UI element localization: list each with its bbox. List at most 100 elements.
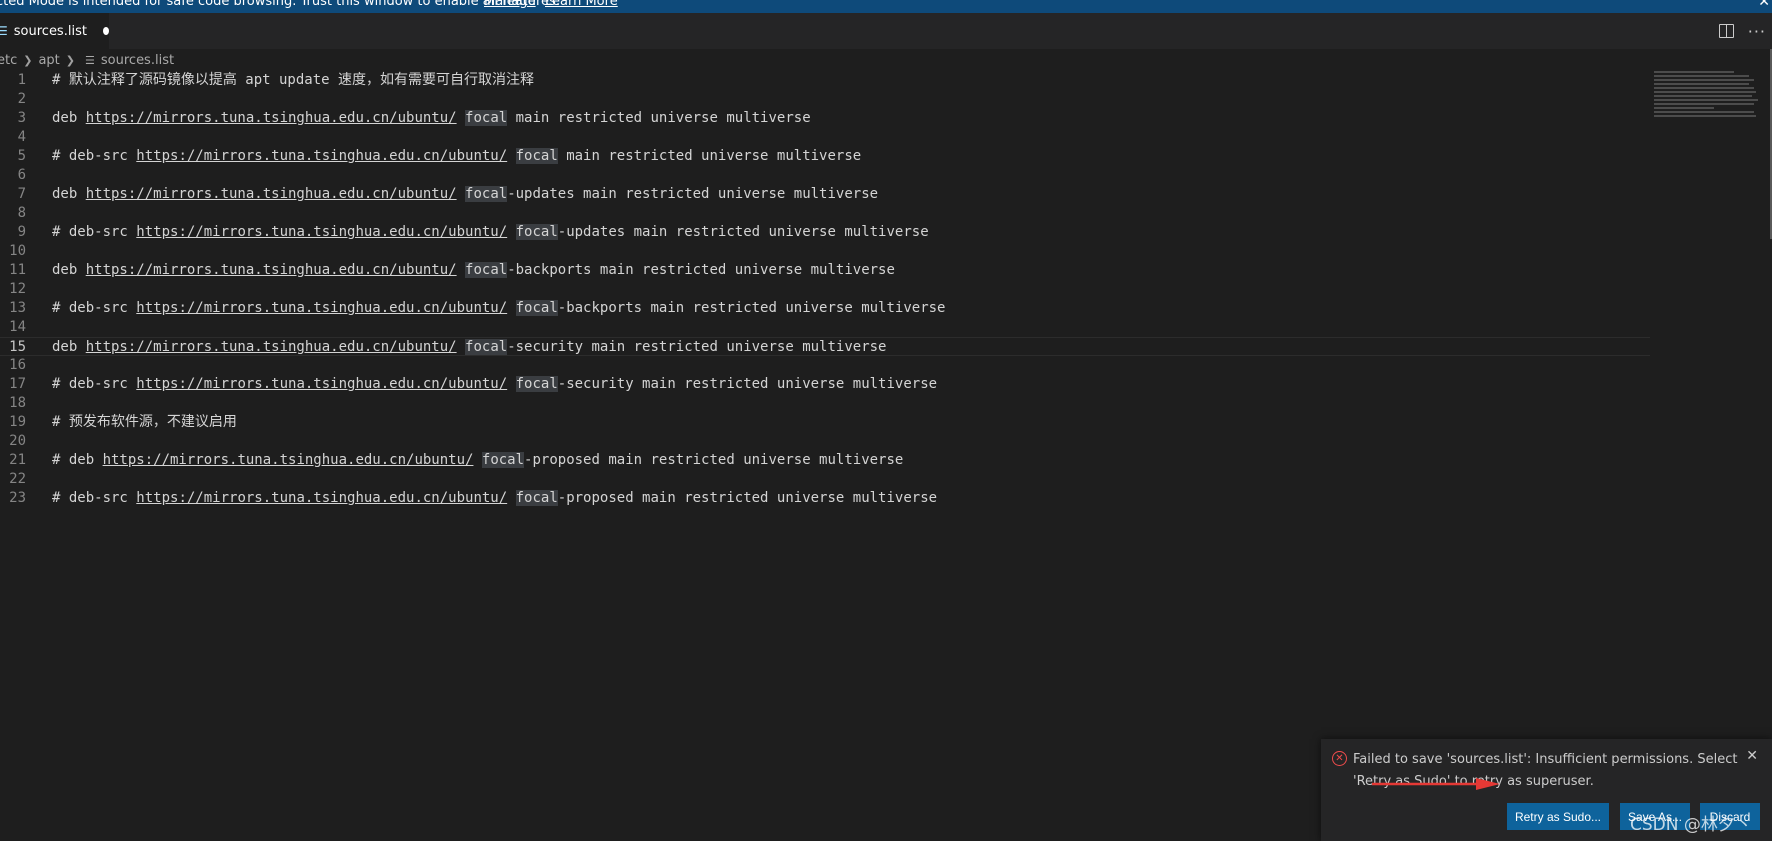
learn-more-link[interactable]: Learn More bbox=[545, 0, 618, 8]
line-number: 23 bbox=[9, 490, 26, 506]
mirror-url-link[interactable]: https://mirrors.tuna.tsinghua.edu.cn/ubu… bbox=[103, 452, 474, 468]
line-number: 11 bbox=[9, 262, 26, 278]
tab-actions: ··· bbox=[1718, 13, 1766, 49]
watermark: CSDN @林夕丶 bbox=[1630, 815, 1752, 835]
code-line[interactable]: 19 # 预发布软件源，不建议启用 bbox=[0, 413, 1650, 432]
word-highlight: focal bbox=[515, 376, 558, 392]
code-prefix: # deb-src bbox=[52, 224, 137, 240]
line-number: 6 bbox=[17, 167, 26, 183]
line-number: 9 bbox=[17, 224, 26, 240]
code-prefix: # deb bbox=[52, 452, 103, 468]
file-icon: ☰ bbox=[0, 24, 8, 38]
code-line[interactable]: 9 # deb-src https://mirrors.tuna.tsinghua… bbox=[0, 223, 1650, 242]
breadcrumb-item-file[interactable]: sources.list bbox=[101, 53, 174, 68]
code-line[interactable]: 16 bbox=[0, 356, 1650, 375]
code-line[interactable]: 22 bbox=[0, 470, 1650, 489]
code-suffix: -backports main restricted universe mult… bbox=[507, 262, 895, 278]
line-number: 2 bbox=[17, 91, 26, 107]
code-text: # 预发布软件源，不建议启用 bbox=[52, 414, 237, 430]
manage-link[interactable]: Manage bbox=[484, 0, 536, 8]
line-number: 17 bbox=[9, 376, 26, 392]
breadcrumb: etc ❯ apt ❯ ☰ sources.list bbox=[0, 49, 1772, 71]
code-line[interactable]: 3 deb https://mirrors.tuna.tsinghua.edu.c… bbox=[0, 109, 1650, 128]
mirror-url-link[interactable]: https://mirrors.tuna.tsinghua.edu.cn/ubu… bbox=[86, 339, 457, 355]
retry-as-sudo-button[interactable]: Retry as Sudo... bbox=[1507, 803, 1609, 830]
mirror-url-link[interactable]: https://mirrors.tuna.tsinghua.edu.cn/ubu… bbox=[86, 262, 457, 278]
unsaved-dot-icon[interactable] bbox=[102, 27, 109, 35]
code-line[interactable]: 1 # 默认注释了源码镜像以提高 apt update 速度，如有需要可自行取消注… bbox=[0, 71, 1650, 90]
line-number: 1 bbox=[17, 72, 26, 88]
mirror-url-link[interactable]: https://mirrors.tuna.tsinghua.edu.cn/ubu… bbox=[136, 148, 507, 164]
code-text: deb https://mirrors.tuna.tsinghua.edu.cn… bbox=[52, 261, 895, 280]
mirror-url-link[interactable]: https://mirrors.tuna.tsinghua.edu.cn/ubu… bbox=[86, 186, 457, 202]
restricted-mode-banner: cted Mode is intended for safe code brow… bbox=[0, 0, 1772, 13]
code-line[interactable]: 10 bbox=[0, 242, 1650, 261]
line-number: 14 bbox=[9, 319, 26, 335]
close-notification-icon[interactable]: ✕ bbox=[1746, 748, 1758, 764]
code-line[interactable]: 17 # deb-src https://mirrors.tuna.tsinghu… bbox=[0, 375, 1650, 394]
minimap[interactable] bbox=[1654, 71, 1764, 131]
mirror-url-link[interactable]: https://mirrors.tuna.tsinghua.edu.cn/ubu… bbox=[86, 110, 457, 126]
code-line[interactable]: 23 # deb-src https://mirrors.tuna.tsinghu… bbox=[0, 489, 1650, 508]
word-highlight: focal bbox=[515, 224, 558, 240]
code-line[interactable]: 8 bbox=[0, 204, 1650, 223]
code-line[interactable]: 4 bbox=[0, 128, 1650, 147]
code-line[interactable]: 18 bbox=[0, 394, 1650, 413]
word-highlight: focal bbox=[465, 339, 508, 355]
code-text: # deb-src https://mirrors.tuna.tsinghua.… bbox=[52, 489, 937, 508]
code-text: # deb-src https://mirrors.tuna.tsinghua.… bbox=[52, 147, 861, 166]
line-number: 3 bbox=[17, 110, 26, 126]
line-number: 4 bbox=[17, 129, 26, 145]
code-prefix: deb bbox=[52, 262, 86, 278]
code-prefix: deb bbox=[52, 339, 86, 355]
code-line[interactable]: 6 bbox=[0, 166, 1650, 185]
code-line[interactable]: 21 # deb https://mirrors.tuna.tsinghua.ed… bbox=[0, 451, 1650, 470]
code-suffix: -updates main restricted universe multiv… bbox=[557, 224, 929, 240]
line-number: 8 bbox=[17, 205, 26, 221]
mirror-url-link[interactable]: https://mirrors.tuna.tsinghua.edu.cn/ubu… bbox=[136, 376, 507, 392]
code-prefix: deb bbox=[52, 186, 86, 202]
file-icon: ☰ bbox=[85, 53, 95, 67]
chevron-right-icon: ❯ bbox=[23, 53, 33, 67]
code-line[interactable]: 14 bbox=[0, 318, 1650, 337]
code-prefix: # deb-src bbox=[52, 300, 137, 316]
split-editor-icon[interactable] bbox=[1718, 24, 1734, 38]
word-highlight: focal bbox=[481, 452, 525, 468]
mirror-url-link[interactable]: https://mirrors.tuna.tsinghua.edu.cn/ubu… bbox=[136, 300, 507, 316]
code-suffix: -backports main restricted universe mult… bbox=[557, 300, 946, 316]
editor-tab-bar: ☰ sources.list ··· bbox=[0, 13, 1772, 49]
code-line[interactable]: 20 bbox=[0, 432, 1650, 451]
breadcrumb-item-etc[interactable]: etc bbox=[0, 53, 17, 68]
code-suffix: main restricted universe multiverse bbox=[507, 110, 811, 126]
banner-close-icon[interactable]: ✕ bbox=[1758, 0, 1770, 9]
chevron-right-icon: ❯ bbox=[65, 53, 76, 67]
mirror-url-link[interactable]: https://mirrors.tuna.tsinghua.edu.cn/ubu… bbox=[136, 490, 507, 506]
word-highlight: focal bbox=[465, 186, 508, 202]
annotation-arrow-icon bbox=[1372, 778, 1500, 790]
mirror-url-link[interactable]: https://mirrors.tuna.tsinghua.edu.cn/ubu… bbox=[136, 224, 507, 240]
code-line[interactable]: 11 deb https://mirrors.tuna.tsinghua.edu.… bbox=[0, 261, 1650, 280]
code-text: # 默认注释了源码镜像以提高 apt update 速度，如有需要可自行取消注释 bbox=[52, 72, 535, 88]
code-prefix: deb bbox=[52, 110, 86, 126]
code-line[interactable]: 13 # deb-src https://mirrors.tuna.tsinghu… bbox=[0, 299, 1650, 318]
word-highlight: focal bbox=[515, 148, 558, 164]
code-line[interactable]: 7 deb https://mirrors.tuna.tsinghua.edu.c… bbox=[0, 185, 1650, 204]
line-number: 21 bbox=[9, 452, 26, 468]
code-line[interactable]: 5 # deb-src https://mirrors.tuna.tsinghua… bbox=[0, 147, 1650, 166]
line-number: 7 bbox=[17, 186, 26, 202]
code-suffix: -security main restricted universe multi… bbox=[557, 376, 938, 392]
code-text: deb https://mirrors.tuna.tsinghua.edu.cn… bbox=[52, 185, 878, 204]
code-line[interactable]: 12 bbox=[0, 280, 1650, 299]
code-line[interactable]: 2 bbox=[0, 90, 1650, 109]
line-number: 12 bbox=[9, 281, 26, 297]
line-number: 15 bbox=[9, 339, 26, 355]
line-number: 10 bbox=[9, 243, 26, 259]
code-editor[interactable]: 1 # 默认注释了源码镜像以提高 apt update 速度，如有需要可自行取消注… bbox=[0, 71, 1650, 771]
more-actions-icon[interactable]: ··· bbox=[1748, 22, 1766, 41]
line-number: 5 bbox=[17, 148, 26, 164]
code-line[interactable]: 15 deb https://mirrors.tuna.tsinghua.edu.… bbox=[0, 337, 1650, 356]
code-suffix: main restricted universe multiverse bbox=[557, 148, 862, 164]
code-suffix: -security main restricted universe multi… bbox=[507, 339, 887, 355]
tab-sources-list[interactable]: ☰ sources.list bbox=[0, 13, 109, 49]
breadcrumb-item-apt[interactable]: apt bbox=[38, 53, 59, 68]
